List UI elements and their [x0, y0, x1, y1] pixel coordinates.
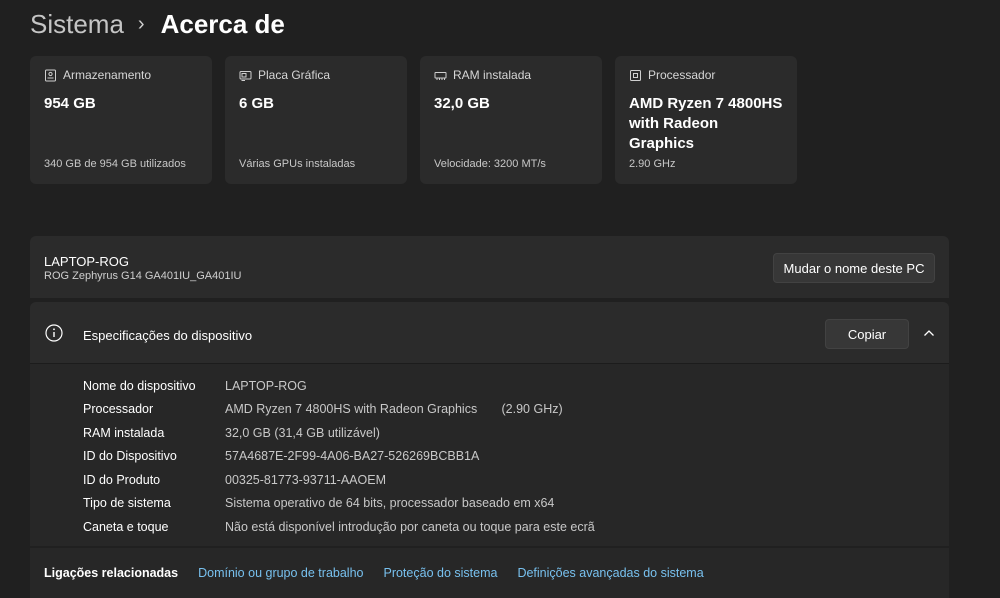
specs-header[interactable]: Especificações do dispositivo Copiar — [30, 302, 949, 364]
spec-label: Caneta e toque — [83, 519, 169, 534]
storage-icon — [44, 69, 57, 82]
card-subtitle: Várias GPUs instaladas — [239, 158, 356, 170]
spec-row: Tipo de sistema Sistema operativo de 64 … — [83, 492, 595, 516]
card-value: 6 GB — [239, 95, 275, 112]
link-domain-workgroup[interactable]: Domínio ou grupo de trabalho — [198, 566, 363, 580]
info-icon — [45, 324, 63, 342]
spec-row: RAM instalada 32,0 GB (31,4 GB utilizáve… — [83, 421, 595, 445]
spec-value: 00325-81773-93711-AAOEM — [225, 472, 386, 487]
card-title: Processador — [648, 68, 716, 82]
breadcrumb: Sistema › Acerca de — [30, 6, 285, 42]
spec-label: Processador — [83, 402, 154, 417]
related-links-bar: Ligações relacionadas Domínio ou grupo d… — [30, 548, 949, 598]
spec-label: ID do Produto — [83, 472, 161, 487]
card-subtitle: 340 GB de 954 GB utilizados — [44, 158, 186, 170]
card-storage: Armazenamento 954 GB 340 GB de 954 GB ut… — [30, 56, 212, 184]
specs-title: Especificações do dispositivo — [83, 328, 253, 343]
copy-button[interactable]: Copiar — [825, 319, 909, 349]
spec-label: Tipo de sistema — [83, 496, 171, 511]
spec-value: LAPTOP-ROG — [225, 378, 307, 393]
card-ram: RAM instalada 32,0 GB Velocidade: 3200 M… — [420, 56, 602, 184]
spec-row: Processador AMD Ryzen 7 4800HS with Rade… — [83, 398, 595, 422]
card-processor: Processador AMD Ryzen 7 4800HS with Rade… — [615, 56, 797, 184]
card-value: AMD Ryzen 7 4800HS with Radeon Graphics — [629, 95, 783, 152]
card-title: Placa Gráfica — [258, 68, 331, 82]
link-system-protection[interactable]: Proteção do sistema — [383, 566, 497, 580]
page-title: Acerca de — [160, 8, 285, 39]
spec-value: AMD Ryzen 7 4800HS with Radeon Graphics … — [225, 402, 563, 417]
spec-row: ID do Produto 00325-81773-93711-AAOEM — [83, 468, 595, 492]
spec-row: Nome do dispositivo LAPTOP-ROG — [83, 374, 595, 398]
card-title: RAM instalada — [453, 68, 532, 82]
rename-pc-button[interactable]: Mudar o nome deste PC — [773, 253, 935, 283]
spec-row: ID do Dispositivo 57A4687E-2F99-4A06-BA2… — [83, 445, 595, 469]
device-name: LAPTOP-ROG — [44, 254, 130, 269]
spec-value: 57A4687E-2F99-4A06-BA27-526269BCBB1A — [225, 449, 480, 464]
chevron-up-icon[interactable] — [923, 327, 935, 339]
card-subtitle: 2.90 GHz — [629, 158, 676, 170]
device-specifications-panel: Especificações do dispositivo Copiar Nom… — [30, 302, 949, 546]
ram-icon — [434, 69, 447, 82]
spec-row: Caneta e toque Não está disponível intro… — [83, 515, 595, 539]
graphics-card-icon — [239, 69, 252, 82]
spec-label: Nome do dispositivo — [83, 378, 196, 393]
breadcrumb-parent[interactable]: Sistema — [30, 9, 124, 40]
card-title: Armazenamento — [63, 68, 152, 82]
link-advanced-system-settings[interactable]: Definições avançadas do sistema — [517, 566, 703, 580]
spec-value: 32,0 GB (31,4 GB utilizável) — [225, 425, 380, 440]
spec-value: Não está disponível introdução por canet… — [225, 519, 595, 534]
related-links-title: Ligações relacionadas — [44, 566, 179, 580]
processor-icon — [629, 69, 642, 82]
spec-rows: Nome do dispositivo LAPTOP-ROG Processad… — [83, 374, 595, 539]
spec-label: ID do Dispositivo — [83, 449, 177, 464]
spec-cards: Armazenamento 954 GB 340 GB de 954 GB ut… — [30, 56, 797, 184]
card-value: 954 GB — [44, 95, 96, 112]
card-graphics: Placa Gráfica 6 GB Várias GPUs instalada… — [225, 56, 407, 184]
card-subtitle: Velocidade: 3200 MT/s — [434, 158, 546, 170]
chevron-right-icon: › — [137, 12, 145, 35]
spec-value: Sistema operativo de 64 bits, processado… — [225, 496, 555, 511]
spec-label: RAM instalada — [83, 425, 165, 440]
device-name-panel: LAPTOP-ROG ROG Zephyrus G14 GA401IU_GA40… — [30, 236, 949, 298]
device-model: ROG Zephyrus G14 GA401IU_GA401IU — [44, 270, 242, 282]
card-value: 32,0 GB — [434, 95, 490, 112]
